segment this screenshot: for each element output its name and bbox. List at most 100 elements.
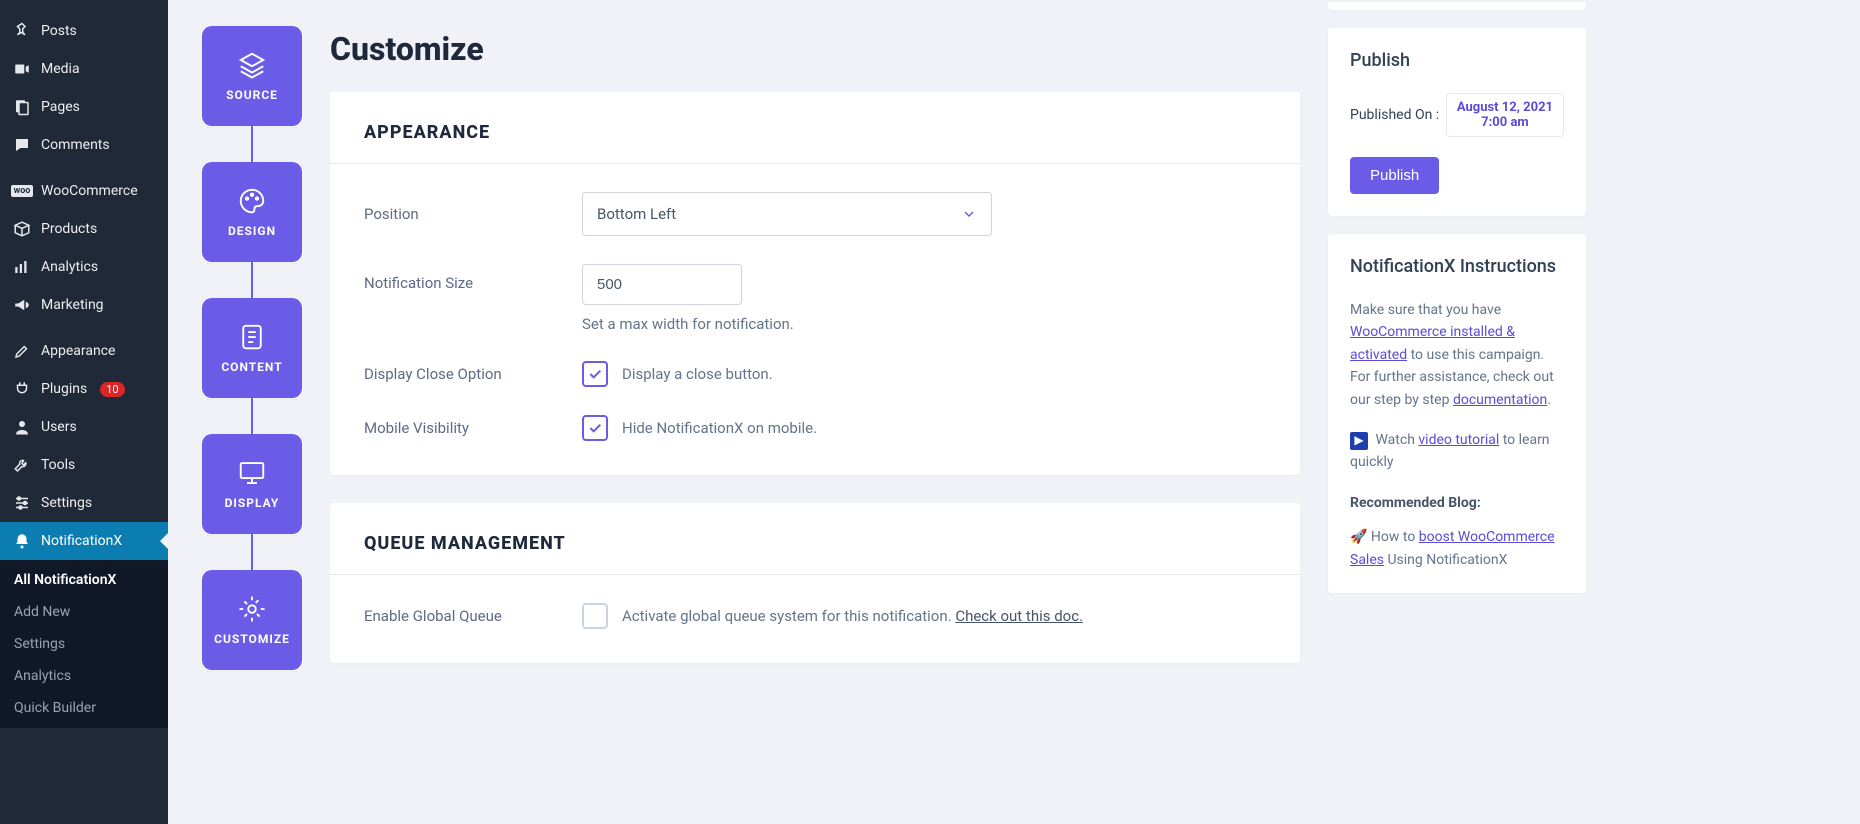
play-icon: ▶ xyxy=(1350,432,1368,450)
bars-icon xyxy=(12,257,32,277)
publish-button[interactable]: Publish xyxy=(1350,157,1439,194)
display-close-checkbox[interactable] xyxy=(582,361,608,387)
sidebar-label: Tools xyxy=(41,457,75,473)
monitor-icon xyxy=(237,458,267,488)
content-column: Customize APPEARANCE Position Bottom Lef… xyxy=(330,18,1300,824)
comment-icon xyxy=(12,135,32,155)
display-close-label: Display Close Option xyxy=(364,365,582,383)
enable-queue-checkbox[interactable] xyxy=(582,603,608,629)
mobile-visibility-text: Hide NotificationX on mobile. xyxy=(622,419,817,437)
sidebar-item-comments[interactable]: Comments xyxy=(0,126,168,164)
appearance-card: APPEARANCE Position Bottom Left Notifica… xyxy=(330,92,1300,475)
sidebar-item-tools[interactable]: Tools xyxy=(0,446,168,484)
display-close-text: Display a close button. xyxy=(622,365,773,383)
sidebar-label: Products xyxy=(41,221,97,237)
sidebar-item-users[interactable]: Users xyxy=(0,408,168,446)
step-source[interactable]: SOURCE xyxy=(202,26,302,126)
rocket-icon: 🚀 xyxy=(1350,529,1367,545)
megaphone-icon xyxy=(12,295,32,315)
position-select[interactable]: Bottom Left xyxy=(582,192,992,236)
queue-card: QUEUE MANAGEMENT Enable Global Queue Act… xyxy=(330,503,1300,663)
step-content[interactable]: CONTENT xyxy=(202,298,302,398)
bell-icon xyxy=(12,531,32,551)
enable-queue-text: Activate global queue system for this no… xyxy=(622,607,1083,625)
sidebar-label: Plugins xyxy=(41,381,87,397)
sidebar-item-plugins[interactable]: Plugins 10 xyxy=(0,370,168,408)
plug-icon xyxy=(12,379,32,399)
main-area: SOURCE DESIGN CONTENT DISPLAY xyxy=(168,0,1860,824)
instr-text: Watch xyxy=(1375,432,1418,448)
document-icon xyxy=(237,322,267,352)
queue-heading: QUEUE MANAGEMENT xyxy=(364,533,1266,554)
step-label: SOURCE xyxy=(226,88,278,102)
sub-all-notificationx[interactable]: All NotificationX xyxy=(0,564,168,596)
admin-sidebar: Posts Media Pages Comments woo WooCommer… xyxy=(0,0,168,824)
publish-panel: Publish Published On : August 12, 2021 7… xyxy=(1328,28,1586,216)
step-connector xyxy=(251,398,253,434)
page-title: Customize xyxy=(330,30,1300,68)
notification-size-input[interactable] xyxy=(582,264,742,305)
panel-stub xyxy=(1328,2,1586,10)
instr-text: . xyxy=(1547,392,1551,408)
sidebar-item-posts[interactable]: Posts xyxy=(0,12,168,50)
pin-icon xyxy=(12,21,32,41)
gear-icon xyxy=(237,594,267,624)
sidebar-label: Analytics xyxy=(41,259,98,275)
step-label: CONTENT xyxy=(221,360,282,374)
published-on-label: Published On : xyxy=(1350,107,1439,123)
pages-icon xyxy=(12,97,32,117)
sidebar-item-pages[interactable]: Pages xyxy=(0,88,168,126)
queue-doc-link[interactable]: Check out this doc. xyxy=(955,607,1083,625)
sidebar-item-woocommerce[interactable]: woo WooCommerce xyxy=(0,172,168,210)
right-sidebar: Publish Published On : August 12, 2021 7… xyxy=(1328,18,1586,824)
plugin-count-badge: 10 xyxy=(100,382,124,397)
instr-text: Using NotificationX xyxy=(1384,552,1507,568)
sidebar-label: Settings xyxy=(41,495,92,511)
sidebar-item-media[interactable]: Media xyxy=(0,50,168,88)
step-connector xyxy=(251,262,253,298)
instr-paragraph-1: Make sure that you have WooCommerce inst… xyxy=(1350,299,1564,411)
sidebar-item-settings[interactable]: Settings xyxy=(0,484,168,522)
sidebar-label: Pages xyxy=(41,99,80,115)
sidebar-label: Comments xyxy=(41,137,110,153)
box-icon xyxy=(12,219,32,239)
sidebar-label: Users xyxy=(41,419,77,435)
position-label: Position xyxy=(364,205,582,223)
chevron-down-icon xyxy=(961,206,977,222)
recommended-blog-heading: Recommended Blog: xyxy=(1350,492,1564,514)
user-icon xyxy=(12,417,32,437)
publish-title: Publish xyxy=(1350,50,1564,71)
blog-paragraph: 🚀 How to boost WooCommerce Sales Using N… xyxy=(1350,526,1564,571)
video-tutorial-link[interactable]: video tutorial xyxy=(1418,432,1499,448)
sub-analytics[interactable]: Analytics xyxy=(0,660,168,692)
step-label: CUSTOMIZE xyxy=(214,632,290,646)
sidebar-label: Marketing xyxy=(41,297,104,313)
sidebar-label: Appearance xyxy=(41,343,115,359)
sidebar-label: WooCommerce xyxy=(41,183,138,199)
step-display[interactable]: DISPLAY xyxy=(202,434,302,534)
instructions-title: NotificationX Instructions xyxy=(1350,256,1564,277)
step-connector xyxy=(251,534,253,570)
sidebar-item-notificationx[interactable]: NotificationX xyxy=(0,522,168,560)
sidebar-item-appearance[interactable]: Appearance xyxy=(0,332,168,370)
sidebar-item-products[interactable]: Products xyxy=(0,210,168,248)
step-customize[interactable]: CUSTOMIZE xyxy=(202,570,302,670)
step-connector xyxy=(251,126,253,162)
published-date[interactable]: August 12, 2021 7:00 am xyxy=(1446,93,1564,137)
woocommerce-icon: woo xyxy=(12,181,32,201)
brush-icon xyxy=(12,341,32,361)
sidebar-item-marketing[interactable]: Marketing xyxy=(0,286,168,324)
sidebar-submenu: All NotificationX Add New Settings Analy… xyxy=(0,560,168,728)
sub-add-new[interactable]: Add New xyxy=(0,596,168,628)
step-design[interactable]: DESIGN xyxy=(202,162,302,262)
size-help-text: Set a max width for notification. xyxy=(582,315,1266,333)
sidebar-item-analytics[interactable]: Analytics xyxy=(0,248,168,286)
sub-quick-builder[interactable]: Quick Builder xyxy=(0,692,168,724)
sidebar-label: Media xyxy=(41,61,80,77)
mobile-visibility-checkbox[interactable] xyxy=(582,415,608,441)
sliders-icon xyxy=(12,493,32,513)
step-label: DESIGN xyxy=(228,224,276,238)
sub-settings[interactable]: Settings xyxy=(0,628,168,660)
documentation-link[interactable]: documentation xyxy=(1453,392,1547,408)
size-label: Notification Size xyxy=(364,264,582,292)
